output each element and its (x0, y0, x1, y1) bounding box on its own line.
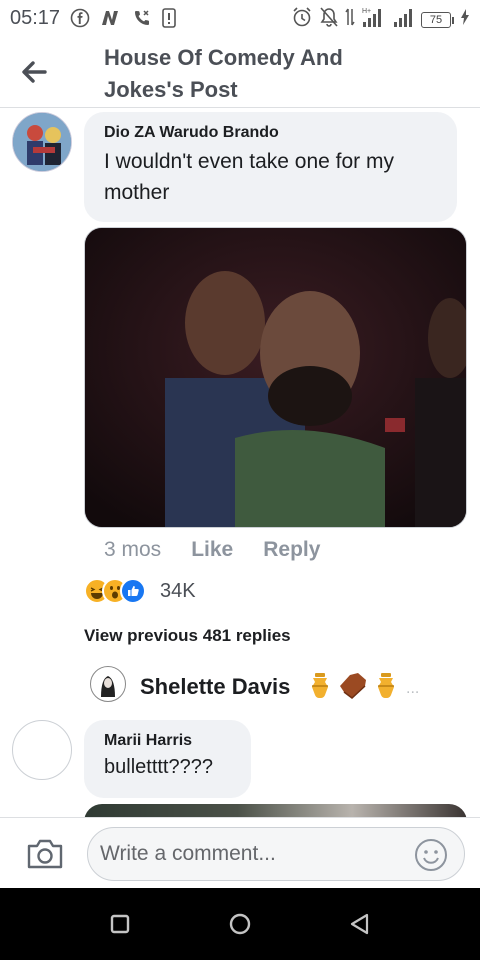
android-navigation-bar (0, 888, 480, 960)
comment-author[interactable]: Marii Harris (104, 732, 231, 750)
coffin-icon (338, 672, 368, 705)
comment-composer (0, 817, 480, 888)
like-button[interactable]: Like (191, 538, 233, 562)
camera-icon (27, 839, 63, 869)
data-transfer-icon (345, 7, 355, 33)
nav-back-button[interactable] (348, 912, 372, 936)
avatar-image (92, 668, 124, 700)
battery-indicator: 75 (421, 11, 454, 29)
comment-meta: 3 mos Like Reply (104, 538, 320, 562)
funeral-urn-icon (308, 672, 332, 705)
mute-icon (319, 6, 339, 34)
comment-text-line2: mother (104, 181, 170, 204)
status-right-group: H+ 75 (291, 6, 470, 34)
status-time: 05:17 (10, 6, 61, 29)
home-button[interactable] (228, 912, 252, 936)
reply-emojis: ... (308, 672, 419, 705)
signal-strength-icon-2 (393, 6, 415, 34)
recent-apps-button[interactable] (108, 912, 132, 936)
comment-text: bulletttt???? (104, 756, 213, 778)
missed-call-icon (132, 8, 152, 28)
charging-icon (460, 9, 470, 31)
camera-button[interactable] (26, 838, 64, 870)
reply-author[interactable]: Shelette Davis (140, 674, 290, 700)
comment-author[interactable]: Dio ZA Warudo Brando (104, 124, 437, 142)
status-bar: 05:17 H+ 75 (0, 0, 480, 36)
funeral-urn-icon (374, 672, 398, 705)
news-app-icon (100, 9, 122, 27)
avatar-image (13, 113, 71, 171)
facebook-notification-icon (70, 8, 90, 28)
signal-strength-icon-1: H+ (361, 6, 387, 34)
reaction-summary[interactable]: 34K (84, 578, 196, 604)
post-header: House Of Comedy And Jokes's Post (0, 36, 480, 108)
reaction-count: 34K (160, 579, 196, 602)
svg-text:H+: H+ (362, 8, 371, 15)
triangle-back-icon (350, 913, 369, 935)
comment-bubble[interactable]: Marii Harris bulletttt???? (84, 720, 251, 798)
smiley-icon (415, 839, 447, 871)
reply-button[interactable]: Reply (263, 538, 320, 562)
circle-icon (229, 913, 251, 935)
emoji-button[interactable] (414, 838, 448, 872)
alarm-icon (291, 6, 313, 34)
avatar-marii[interactable] (12, 720, 72, 780)
comment-input[interactable] (87, 827, 465, 881)
comment-time: 3 mos (104, 538, 162, 561)
meme-image (85, 228, 466, 527)
page-title-line2: Jokes's Post (104, 77, 238, 102)
alert-phone-icon (162, 8, 176, 28)
comment-photo[interactable] (84, 227, 467, 528)
view-previous-replies[interactable]: View previous 481 replies (84, 626, 291, 646)
page-title-line1: House Of Comedy And (104, 45, 343, 70)
arrow-left-icon (22, 61, 47, 83)
page-title: House Of Comedy And Jokes's Post (104, 42, 444, 106)
back-button[interactable] (18, 56, 50, 88)
square-icon (110, 914, 130, 934)
avatar-dio[interactable] (12, 112, 72, 172)
comment-text: I wouldn't even take one for my mother (104, 146, 437, 208)
battery-level: 75 (421, 12, 451, 28)
reply-avatar[interactable] (90, 666, 126, 702)
comment-text-line1: I wouldn't even take one for my (104, 150, 395, 173)
like-reaction-icon (120, 578, 146, 604)
reply-ellipsis: ... (406, 679, 420, 697)
comment-bubble[interactable]: Dio ZA Warudo Brando I wouldn't even tak… (84, 112, 457, 222)
